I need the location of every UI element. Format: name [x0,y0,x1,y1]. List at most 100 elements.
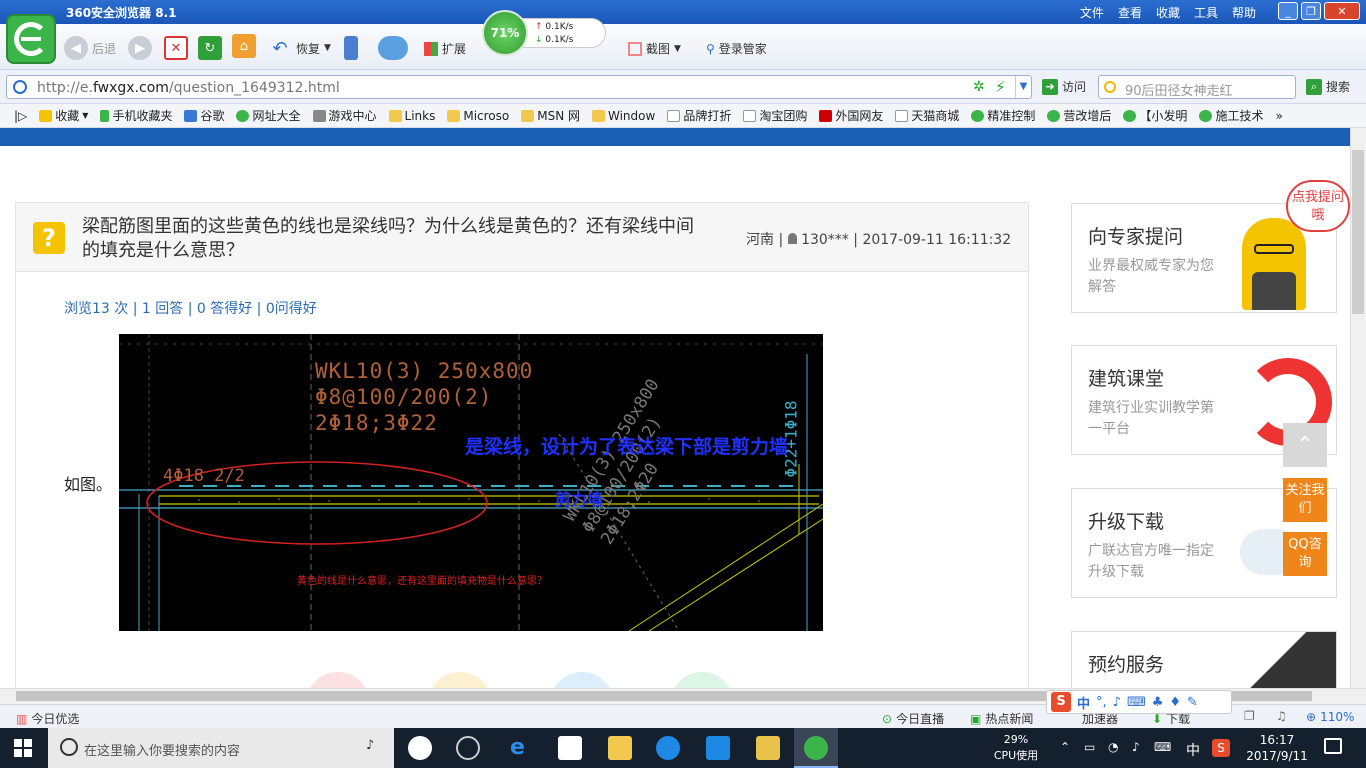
close-button[interactable]: ✕ [1324,2,1360,20]
follow-us-button[interactable]: 关注我们 [1283,478,1327,522]
input-language[interactable]: 中 [1186,740,1200,760]
zoom-level[interactable]: ⊕ 110% [1306,710,1354,724]
shirt-icon[interactable]: ♦ [1169,695,1181,710]
search-button[interactable]: ⌕ 搜索 [1306,78,1350,95]
google-icon [184,109,198,122]
cpu-usage[interactable]: 29% CPU使用 [986,732,1046,764]
lightning-icon[interactable]: ⚡ [995,78,1006,96]
keyboard-icon[interactable]: ⌨ [1154,740,1171,754]
edge-icon[interactable]: e [510,736,534,760]
back-to-top-button[interactable]: ⌃ [1283,423,1327,467]
window-icon[interactable]: ❐ [1244,709,1255,723]
bookmark-item[interactable]: Links [388,109,435,123]
home-icon[interactable]: ⌂ [232,34,256,58]
screenshot-button[interactable]: 截图 ▼ [628,40,681,57]
microphone-icon[interactable]: ♪ [1113,695,1121,710]
wifi-icon[interactable]: ◔ [1108,740,1118,754]
speaker-icon[interactable]: ♪ [1132,740,1140,754]
bookmark-item[interactable]: 外国网友 [819,107,883,124]
search-input[interactable]: 90后田径女神走红 [1098,75,1296,99]
flag-icon [819,109,833,122]
clock[interactable]: 16:17 2017/9/11 [1244,732,1310,764]
url-dropdown-icon[interactable]: ▼ [1015,76,1031,98]
windows-start-icon[interactable] [14,739,32,757]
app-plus-icon[interactable] [706,736,730,760]
hot-news[interactable]: ▣ 热点新闻 [970,710,1033,727]
refresh-icon[interactable]: ↻ [198,36,222,60]
volume-icon[interactable]: ♫ [1276,709,1287,723]
task-view-icon[interactable] [408,736,432,760]
network-speed-widget[interactable]: ↑ 0.1K/s ↓ 0.1K/s 71% [482,10,608,56]
stop-icon[interactable]: ✕ [164,36,188,60]
loading-icon: ✲ [973,79,985,95]
search-icon: ⌕ [1306,78,1322,95]
card-appointment[interactable]: 预约服务 [1071,631,1337,688]
browser-logo-icon[interactable] [6,14,56,64]
tray-expand-icon[interactable]: ⌃ [1060,740,1070,754]
bookmark-item[interactable]: Window [592,109,655,123]
maximize-button[interactable]: ❐ [1301,2,1321,20]
battery-icon[interactable]: ▭ [1084,740,1095,754]
ime-mode-label[interactable]: 中 [1077,693,1090,712]
bookmark-item[interactable]: 淘宝团购 [743,107,807,124]
bookmark-favorites[interactable]: 收藏 ▼ [39,107,88,124]
phone-icon[interactable] [344,36,358,60]
today-picks[interactable]: ▥ 今日优选 [16,710,79,727]
bookmark-item[interactable]: 品牌打折 [667,107,731,124]
notes-icon[interactable] [756,736,780,760]
menu-help[interactable]: 帮助 [1232,4,1256,21]
menu-tools[interactable]: 工具 [1194,4,1218,21]
bookmark-item[interactable]: Microso [447,109,509,123]
bookmark-item[interactable]: 谷歌 [184,107,224,124]
bookmark-item[interactable]: 手机收藏夹 [100,107,172,124]
bookmark-item[interactable]: 游戏中心 [312,107,377,124]
url-input[interactable]: http://e.fwxgx.com/question_1649312.html… [6,75,1032,99]
visit-button[interactable]: ➜ 访问 [1042,78,1086,95]
skin-icon[interactable]: ♣ [1152,695,1164,710]
cloud-icon[interactable] [378,36,408,60]
cad-beam-label-main: WKL10(3) 250x800 Φ8@100/200(2) 2Φ18;3Φ22 [315,359,534,435]
question-stats[interactable]: 浏览13 次 | 1 回答 | 0 答得好 | 0问得好 [64,298,317,318]
bookmark-item[interactable]: 【小发明 [1123,107,1187,124]
vertical-scroll-thumb[interactable] [1352,150,1364,314]
taskbar-search[interactable]: 在这里输入你要搜索的内容 ♪ [48,728,394,768]
handshake-image [1248,632,1336,688]
forward-button-icon[interactable]: ▶ [128,36,152,60]
question-user[interactable]: 130*** [801,232,849,248]
ask-bubble[interactable]: 点我提问哦 [1286,180,1350,232]
file-explorer-icon[interactable] [608,736,632,760]
chat-icon [1199,109,1213,122]
sidebar-toggle-icon[interactable]: |▷ [14,109,27,123]
cad-drawing-image[interactable]: WKL10(3) 250x800 Φ8@100/200(2) 2Φ18;3Φ22… [119,334,823,631]
today-live[interactable]: ⊙ 今日直播 [882,710,944,727]
more-bookmarks-icon[interactable]: » [1275,109,1282,123]
punctuation-icon[interactable]: °, [1096,695,1107,710]
notification-icon[interactable] [1324,738,1342,754]
sogou-tray-icon[interactable]: S [1212,739,1230,757]
menu-favorites[interactable]: 收藏 [1156,4,1180,21]
keyboard-icon[interactable]: ⌨ [1127,695,1146,710]
bookmark-item[interactable]: MSN 网 [521,107,580,124]
ime-toolbar[interactable]: S 中 °, ♪ ⌨ ♣ ♦ ✎ [1046,690,1232,714]
wrench-icon[interactable]: ✎ [1187,695,1198,710]
swirl-app-icon[interactable] [456,736,480,760]
speed-percent-badge: 71% [482,10,528,56]
menu-file[interactable]: 文件 [1080,4,1104,21]
extend-button[interactable]: 扩展 [424,40,466,57]
gift-icon: ▥ [16,711,28,726]
browser-task-active[interactable] [794,728,838,768]
menu-view[interactable]: 查看 [1118,4,1142,21]
login-manager-button[interactable]: ⚲ 登录管家 [706,40,767,57]
qq-consult-button[interactable]: QQ咨询 [1283,532,1327,576]
bookmark-item[interactable]: 天猫商城 [895,107,959,124]
minimize-button[interactable]: _ [1278,2,1298,20]
bookmark-item[interactable]: 网址大全 [236,107,301,124]
microphone-icon[interactable]: ♪ [366,738,374,753]
restore-button[interactable]: ↶ 恢复 ▼ [268,36,330,60]
store-icon[interactable] [558,736,582,760]
app-g-icon[interactable] [656,736,680,760]
bookmark-item[interactable]: 营改增后 [1047,107,1111,124]
bookmark-item[interactable]: 施工技术 [1199,107,1263,124]
bookmark-item[interactable]: 精准控制 [971,107,1035,124]
back-button[interactable]: ◀ 后退 [64,36,116,60]
